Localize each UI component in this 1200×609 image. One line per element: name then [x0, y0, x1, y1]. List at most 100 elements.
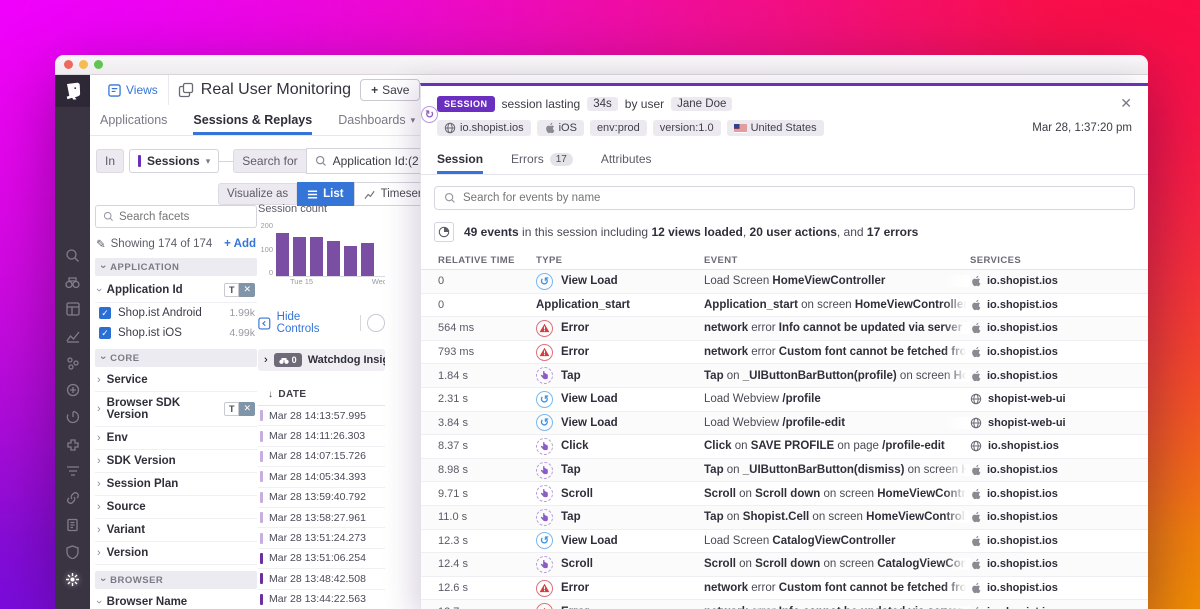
logs-icon[interactable]	[65, 517, 81, 533]
facet-group-application[interactable]: › APPLICATION	[95, 258, 257, 276]
session-date-row[interactable]: Mar 28 14:05:34.393	[258, 467, 385, 488]
facet-filter-toggle[interactable]: T	[223, 402, 240, 416]
session-date-row[interactable]: Mar 28 13:44:22.563	[258, 590, 385, 609]
synthetics-icon[interactable]	[65, 382, 81, 398]
maximize-window-button[interactable]	[94, 60, 103, 69]
event-row[interactable]: 0 ↺ View Load Load Screen HomeViewControlle…	[421, 270, 1148, 294]
monitors-icon[interactable]	[65, 463, 81, 479]
watchdog-insights-row[interactable]: › 0 Watchdog Insights	[258, 349, 385, 371]
connections-icon[interactable]	[65, 490, 81, 506]
facet-variant[interactable]: › Variant	[95, 519, 257, 542]
chart-bar[interactable]	[327, 241, 340, 276]
column-header-type[interactable]: TYPE	[536, 255, 704, 266]
event-service[interactable]: io.shopist.ios	[970, 464, 1138, 476]
event-service[interactable]: io.shopist.ios	[970, 322, 1138, 334]
event-service[interactable]: io.shopist.ios	[970, 346, 1138, 358]
dashboards-icon[interactable]	[65, 301, 81, 317]
scope-dropdown[interactable]: Sessions ▾	[129, 149, 220, 173]
facet-filter-toggle[interactable]: T	[223, 283, 240, 297]
chart-bar[interactable]	[310, 237, 323, 276]
column-header-services[interactable]: SERVICES	[970, 255, 1138, 266]
chart-bar[interactable]	[276, 233, 289, 276]
event-row[interactable]: 12.6 s Error network error Custom font can…	[421, 577, 1148, 601]
event-row[interactable]: 0 ↻ Application_start Application_start on …	[421, 106, 1148, 318]
metrics-icon[interactable]	[65, 328, 81, 344]
event-search[interactable]	[434, 186, 1135, 210]
watchdog-icon[interactable]	[65, 274, 81, 290]
facet-group-core[interactable]: › CORE	[95, 349, 257, 367]
session-date-row[interactable]: Mar 28 14:11:26.303	[258, 426, 385, 447]
facet-source[interactable]: › Source	[95, 496, 257, 519]
event-service[interactable]: io.shopist.ios	[970, 440, 1138, 452]
event-row[interactable]: 12.4 s Scroll Scroll on Scroll down on scr…	[421, 553, 1148, 577]
facet-version[interactable]: › Version	[95, 542, 257, 565]
chart-bar[interactable]	[344, 246, 357, 276]
event-row[interactable]: 2.31 s ↺ View Load Load Webview /profile sho…	[421, 388, 1148, 412]
event-service[interactable]: io.shopist.ios	[970, 275, 1138, 287]
event-row[interactable]: 12.3 s ↺ View Load Load Screen CatalogViewC…	[421, 530, 1148, 554]
datadog-logo[interactable]	[55, 75, 90, 107]
facet-search[interactable]	[95, 205, 257, 228]
event-service[interactable]: io.shopist.ios	[970, 299, 1138, 311]
session-date-row[interactable]: Mar 28 14:13:57.995	[258, 406, 385, 427]
event-row[interactable]: 8.37 s Click Click on SAVE PROFILE on page…	[421, 435, 1148, 459]
event-row[interactable]: 3.84 s ↺ View Load Load Webview /profile-ed…	[421, 411, 1148, 436]
session-date-row[interactable]: Mar 28 13:51:24.273	[258, 528, 385, 549]
session-duration[interactable]: 34s	[587, 96, 618, 111]
tag-united-states[interactable]: United States	[726, 120, 824, 136]
minimize-window-button[interactable]	[79, 60, 88, 69]
save-button[interactable]: + Save	[360, 79, 421, 101]
add-facet-button[interactable]: + Add	[224, 238, 256, 250]
apm-icon[interactable]	[65, 355, 81, 371]
security-icon[interactable]	[65, 544, 81, 560]
facet-remove-button[interactable]: ✕	[239, 402, 255, 416]
event-service[interactable]: io.shopist.ios	[970, 488, 1138, 500]
chart-bar[interactable]	[361, 243, 374, 276]
facet-session-plan[interactable]: › Session Plan	[95, 473, 257, 496]
facet-value-row[interactable]: ✓ Shop.ist Android 1.99k	[95, 303, 257, 323]
facet-search-input[interactable]	[119, 210, 229, 223]
event-row[interactable]: 8.98 s Tap Tap on _UIButtonBarButton(dismi…	[421, 458, 1148, 483]
facet-browser-sdk-version[interactable]: › Browser SDK Version T ✕	[95, 392, 257, 427]
column-header-event[interactable]: EVENT	[704, 255, 970, 266]
hide-controls-button[interactable]: Hide Controls	[277, 311, 345, 335]
event-row[interactable]: 12.7 s Error network error Info cannot be …	[421, 600, 1148, 609]
close-icon[interactable]: ✕	[1120, 95, 1132, 112]
tag-env-prod[interactable]: env:prod	[589, 120, 647, 136]
checkbox-checked-icon[interactable]: ✓	[99, 327, 111, 339]
drawer-tab-errors[interactable]: Errors 17	[511, 146, 573, 174]
close-window-button[interactable]	[64, 60, 73, 69]
column-header-relative-time[interactable]: RELATIVE TIME	[438, 255, 536, 266]
facet-env[interactable]: › Env	[95, 427, 257, 450]
event-service[interactable]: shopist-web-ui	[970, 393, 1138, 405]
session-date-row[interactable]: Mar 28 13:51:06.254	[258, 549, 385, 570]
checkbox-checked-icon[interactable]: ✓	[99, 307, 111, 319]
integrations-icon[interactable]	[65, 436, 81, 452]
event-row[interactable]: 9.71 s Scroll Scroll on Scroll down on scr…	[421, 482, 1148, 506]
chart-bar[interactable]	[293, 237, 306, 276]
views-button[interactable]: Views	[98, 75, 169, 105]
event-service[interactable]: io.shopist.ios	[970, 535, 1138, 547]
event-search-input[interactable]	[463, 192, 1125, 204]
session-date-row[interactable]: Mar 28 14:07:15.726	[258, 447, 385, 468]
event-row[interactable]: 793 ms Error network error Custom font can…	[421, 341, 1148, 365]
search-icon[interactable]	[65, 247, 81, 263]
session-date-row[interactable]: Mar 28 13:59:40.792	[258, 488, 385, 508]
facet-sdk-version[interactable]: › SDK Version	[95, 450, 257, 473]
event-service[interactable]: shopist-web-ui	[970, 417, 1138, 429]
tab-dashboards[interactable]: Dashboards ▾	[338, 113, 415, 135]
facet-application-id[interactable]: ›Application Id T✕	[95, 278, 257, 303]
event-row[interactable]: 1.84 s Tap Tap on _UIButtonBarButton(profi…	[421, 364, 1148, 388]
event-service[interactable]: io.shopist.ios	[970, 606, 1138, 609]
event-service[interactable]: io.shopist.ios	[970, 511, 1138, 523]
profiling-icon[interactable]	[65, 409, 81, 425]
rum-icon[interactable]	[65, 571, 81, 587]
tag-version-1-0[interactable]: version:1.0	[652, 120, 721, 136]
event-row[interactable]: 564 ms Error network error Info cannot be …	[421, 317, 1148, 341]
session-user[interactable]: Jane Doe	[671, 96, 733, 111]
session-date-row[interactable]: Mar 28 13:58:27.961	[258, 508, 385, 529]
drawer-tab-attributes[interactable]: Attributes	[601, 146, 652, 174]
event-row[interactable]: 11.0 s Tap Tap on Shopist.Cell on screen H…	[421, 505, 1148, 530]
facet-remove-button[interactable]: ✕	[239, 283, 255, 297]
facet-group-browser[interactable]: › BROWSER	[95, 571, 257, 589]
